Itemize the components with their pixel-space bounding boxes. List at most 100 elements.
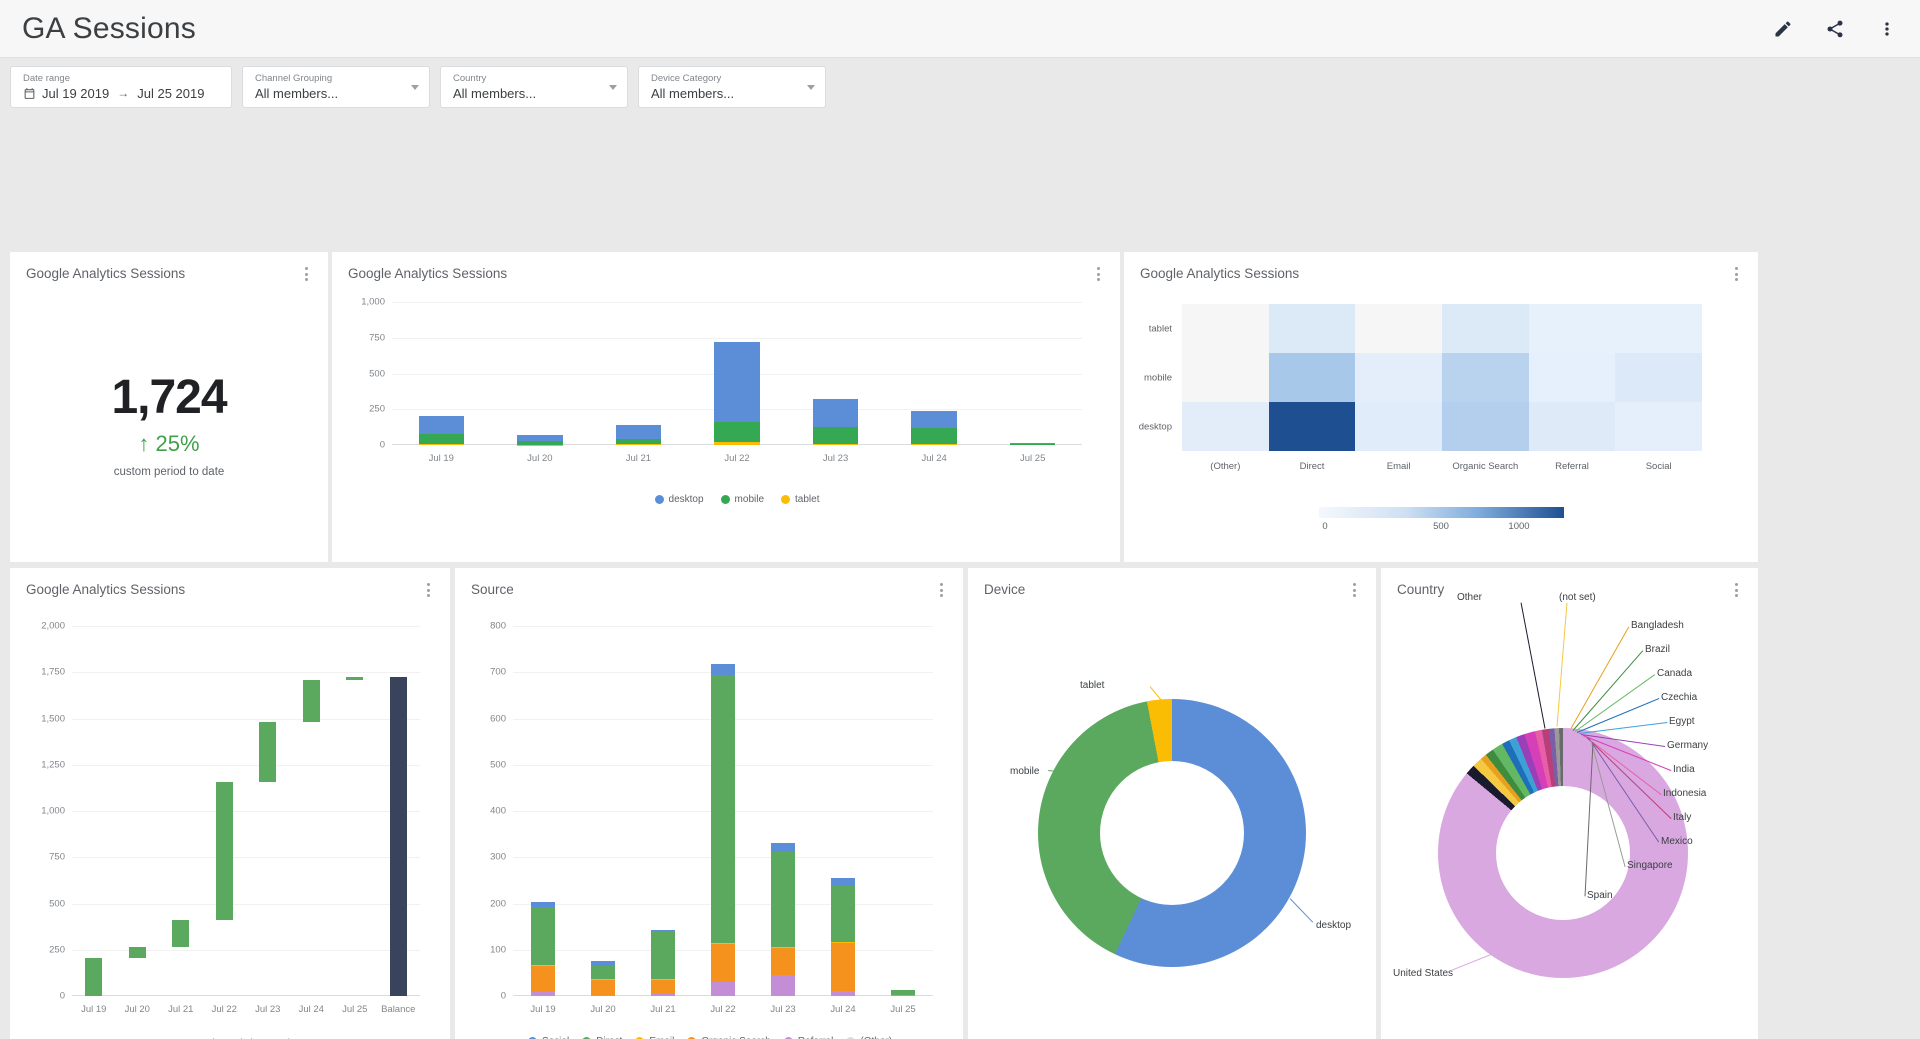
bar[interactable] bbox=[891, 990, 915, 996]
legend-item[interactable]: desktop bbox=[655, 494, 704, 505]
bar-segment bbox=[517, 441, 562, 445]
y-axis-tick: 750 bbox=[49, 852, 65, 863]
bar-segment bbox=[591, 961, 615, 965]
bar-segment bbox=[711, 675, 735, 943]
date-range-label: Date range bbox=[23, 73, 219, 85]
donut-label: Spain bbox=[1587, 890, 1613, 901]
app-header: GA Sessions bbox=[0, 0, 1920, 58]
bar[interactable] bbox=[831, 878, 855, 996]
x-axis-tick: Jul 19 bbox=[81, 1004, 106, 1015]
donut-ring[interactable] bbox=[1038, 699, 1306, 967]
header-actions bbox=[1772, 18, 1898, 40]
heatmap-cell[interactable] bbox=[1442, 402, 1529, 451]
donut-label: India bbox=[1673, 764, 1695, 775]
panel-menu-icon[interactable] bbox=[420, 581, 436, 599]
gridline bbox=[72, 719, 420, 720]
heatmap-cell[interactable] bbox=[1615, 353, 1702, 402]
bar[interactable] bbox=[911, 411, 956, 445]
heatmap-cell[interactable] bbox=[1269, 304, 1356, 353]
heatmap-cell[interactable] bbox=[1615, 402, 1702, 451]
waterfall-title: Google Analytics Sessions bbox=[26, 582, 185, 597]
panel-menu-icon[interactable] bbox=[298, 265, 314, 283]
date-range-arrow-icon: → bbox=[115, 85, 131, 102]
heatmap-cell[interactable] bbox=[1182, 402, 1269, 451]
waterfall-bar[interactable] bbox=[216, 782, 233, 920]
waterfall-bar[interactable] bbox=[172, 920, 189, 947]
bar[interactable] bbox=[1010, 443, 1055, 445]
x-axis-tick: Balance bbox=[381, 1004, 415, 1015]
bar[interactable] bbox=[591, 961, 615, 996]
bar-segment bbox=[813, 427, 858, 444]
device-category-value: All members... bbox=[651, 85, 799, 102]
waterfall-bar[interactable] bbox=[346, 677, 363, 680]
bar[interactable] bbox=[517, 435, 562, 445]
panel-menu-icon[interactable] bbox=[1090, 265, 1106, 283]
bar-segment bbox=[591, 965, 615, 979]
bar[interactable] bbox=[771, 843, 795, 996]
heatmap-cell[interactable] bbox=[1182, 304, 1269, 353]
bar[interactable] bbox=[419, 416, 464, 445]
heatmap-cell[interactable] bbox=[1615, 304, 1702, 353]
heatmap-cell[interactable] bbox=[1269, 402, 1356, 451]
bar-segment bbox=[831, 991, 855, 996]
heatmap-scale-tick: 500 bbox=[1433, 521, 1449, 532]
heatmap-cell[interactable] bbox=[1529, 353, 1616, 402]
waterfall-bar[interactable] bbox=[259, 722, 276, 782]
heatmap-cell[interactable] bbox=[1442, 353, 1529, 402]
legend-item[interactable]: tablet bbox=[781, 494, 819, 505]
heatmap-gradient bbox=[1319, 507, 1564, 518]
bar[interactable] bbox=[711, 664, 735, 996]
chevron-down-icon[interactable] bbox=[411, 85, 419, 90]
device-panel: Device desktopmobiletablet bbox=[968, 568, 1376, 1039]
calendar-icon bbox=[23, 87, 36, 100]
bar-segment bbox=[771, 852, 795, 948]
y-axis-tick: 800 bbox=[490, 621, 506, 632]
x-axis-tick: Jul 25 bbox=[890, 1004, 915, 1015]
bar-segment bbox=[771, 947, 795, 948]
bar-segment bbox=[616, 425, 661, 439]
panel-menu-icon[interactable] bbox=[933, 581, 949, 599]
country-donut: United StatesOther(not set)BangladeshBra… bbox=[1381, 568, 1758, 1039]
bar[interactable] bbox=[651, 930, 675, 996]
channel-grouping-label: Channel Grouping bbox=[255, 73, 403, 85]
panel-menu-icon[interactable] bbox=[1728, 265, 1744, 283]
legend-item[interactable]: mobile bbox=[721, 494, 764, 505]
channel-grouping-filter[interactable]: Channel Grouping All members... bbox=[242, 66, 430, 108]
more-vert-icon[interactable] bbox=[1876, 18, 1898, 40]
donut-leader-line bbox=[1557, 602, 1568, 726]
heatmap-cell[interactable] bbox=[1182, 353, 1269, 402]
legend-swatch bbox=[655, 495, 664, 504]
waterfall-bar[interactable] bbox=[129, 947, 146, 958]
bar-segment bbox=[531, 907, 555, 965]
donut-leader-line bbox=[1579, 722, 1667, 734]
donut-label: Other bbox=[1457, 592, 1482, 603]
chevron-down-icon[interactable] bbox=[609, 85, 617, 90]
waterfall-bar[interactable] bbox=[303, 680, 320, 723]
bar-segment bbox=[651, 931, 675, 979]
stacked-bar-plot: 02505007501,000Jul 19Jul 20Jul 21Jul 22J… bbox=[392, 302, 1082, 445]
country-filter[interactable]: Country All members... bbox=[440, 66, 628, 108]
chevron-down-icon[interactable] bbox=[807, 85, 815, 90]
heatmap-cell[interactable] bbox=[1355, 304, 1442, 353]
bar[interactable] bbox=[616, 425, 661, 445]
heatmap-cell[interactable] bbox=[1442, 304, 1529, 353]
heatmap-cell[interactable] bbox=[1355, 353, 1442, 402]
share-icon[interactable] bbox=[1824, 18, 1846, 40]
edit-icon[interactable] bbox=[1772, 18, 1794, 40]
date-range-filter[interactable]: Date range Jul 19 2019 → Jul 25 2019 bbox=[10, 66, 232, 108]
bar[interactable] bbox=[714, 342, 759, 445]
donut-ring[interactable] bbox=[1438, 728, 1688, 978]
waterfall-bar[interactable] bbox=[85, 958, 102, 996]
heatmap-cell[interactable] bbox=[1269, 353, 1356, 402]
donut-label: Germany bbox=[1667, 740, 1708, 751]
heatmap-cell[interactable] bbox=[1529, 304, 1616, 353]
device-category-filter[interactable]: Device Category All members... bbox=[638, 66, 826, 108]
heatmap-cell[interactable] bbox=[1529, 402, 1616, 451]
waterfall-bar[interactable] bbox=[390, 677, 407, 996]
bar[interactable] bbox=[531, 902, 555, 996]
scorecard-comparison: custom period to date bbox=[10, 466, 328, 478]
stacked-bar-legend: desktop mobile tablet bbox=[392, 494, 1082, 505]
bar[interactable] bbox=[813, 399, 858, 445]
bar-segment bbox=[1010, 444, 1055, 445]
heatmap-cell[interactable] bbox=[1355, 402, 1442, 451]
